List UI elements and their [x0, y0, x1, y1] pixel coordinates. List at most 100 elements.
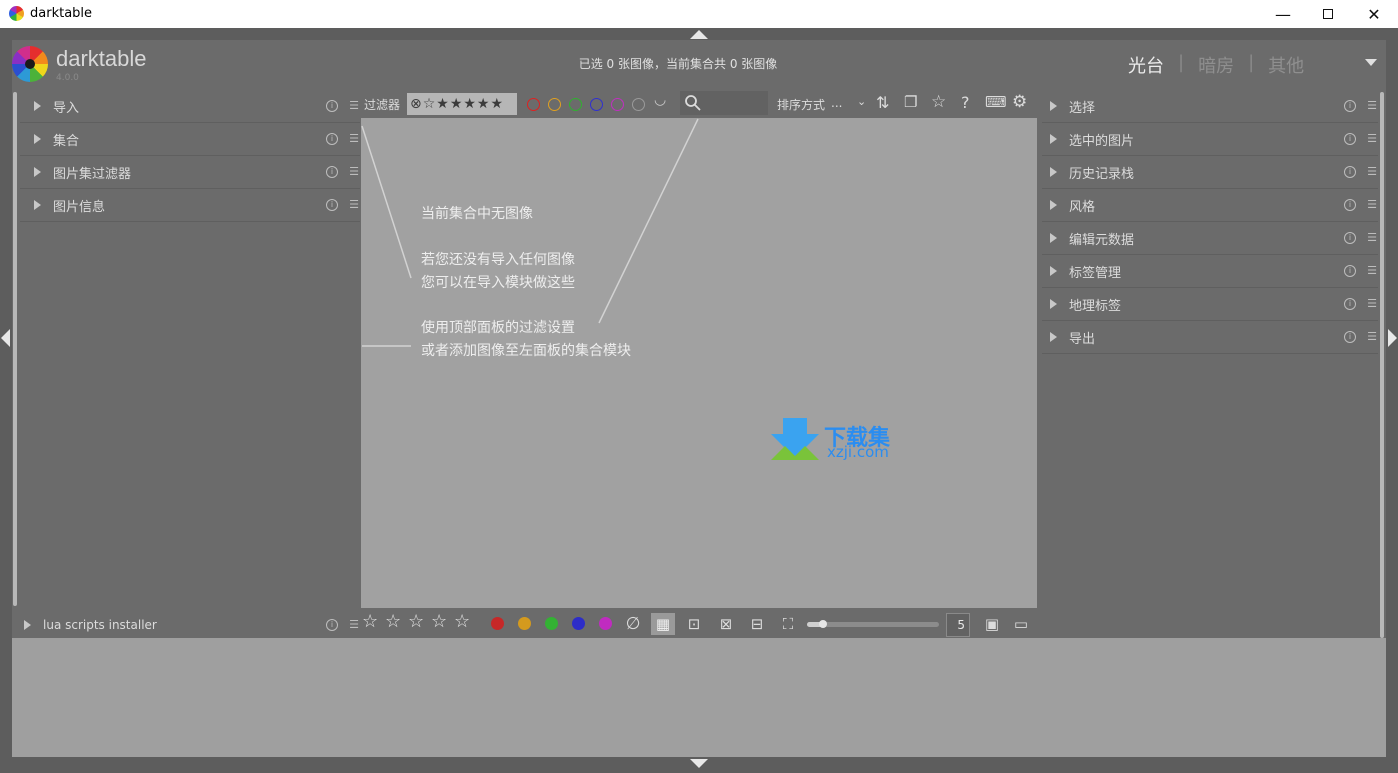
bottom-toolbar: lua scripts installer i ☰ ☆ ☆ ☆ ☆ ☆ ∅ ▦ …	[12, 610, 1386, 638]
rate-star-3[interactable]: ☆	[408, 611, 424, 632]
maximize-button[interactable]	[1305, 0, 1351, 28]
presets-menu-icon[interactable]: ☰	[348, 618, 360, 631]
module-collection-filters[interactable]: 图片集过滤器 i ☰	[20, 156, 360, 189]
toggle-bottom-panel-icon[interactable]	[690, 759, 708, 768]
display-profile-icon[interactable]: ▭	[1009, 613, 1033, 635]
culling-fixed-icon[interactable]: ⊠	[714, 613, 738, 635]
module-label: 历史记录栈	[1069, 166, 1135, 182]
reset-icon[interactable]: i	[1344, 265, 1356, 277]
color-label-blue-button[interactable]	[572, 617, 585, 630]
gear-icon[interactable]: ⚙	[1012, 92, 1027, 112]
color-filter-green[interactable]	[569, 98, 582, 111]
module-tagging[interactable]: 标签管理 i ☰	[1042, 255, 1378, 288]
module-metadata-editor[interactable]: 编辑元数据 i ☰	[1042, 222, 1378, 255]
filter-label: 过滤器	[364, 98, 401, 112]
sort-order-icon[interactable]: ⇅	[876, 93, 889, 112]
reset-icon[interactable]: i	[1344, 331, 1356, 343]
presets-menu-icon[interactable]: ☰	[1366, 298, 1378, 310]
view-darkroom[interactable]: 暗房	[1198, 52, 1234, 78]
view-menu-dropdown-icon[interactable]	[1365, 59, 1377, 66]
toggle-top-panel-icon[interactable]	[690, 30, 708, 39]
reset-icon[interactable]: i	[326, 618, 338, 631]
color-filter-yellow[interactable]	[548, 98, 561, 111]
module-export[interactable]: 导出 i ☰	[1042, 321, 1378, 354]
module-history-stack[interactable]: 历史记录栈 i ☰	[1042, 156, 1378, 189]
filemanager-layout-icon[interactable]: ▦	[651, 613, 675, 635]
presets-menu-icon[interactable]: ☰	[1366, 100, 1378, 112]
module-geotagging[interactable]: 地理标签 i ☰	[1042, 288, 1378, 321]
reset-icon[interactable]: i	[1344, 199, 1356, 211]
module-image-information[interactable]: 图片信息 i ☰	[20, 189, 360, 222]
rate-star-4[interactable]: ☆	[431, 611, 447, 632]
rate-star-2[interactable]: ☆	[385, 611, 401, 632]
zoom-slider[interactable]	[807, 620, 939, 628]
presets-menu-icon[interactable]: ☰	[1366, 166, 1378, 178]
rate-star-5[interactable]: ☆	[454, 611, 470, 632]
keyboard-icon[interactable]: ⌨	[985, 93, 1007, 111]
overlay-star-icon[interactable]: ☆	[931, 92, 946, 112]
right-panel-scrollbar[interactable]	[1380, 92, 1384, 638]
color-filter-blue[interactable]	[590, 98, 603, 111]
zoomable-layout-icon[interactable]: ⊡	[682, 613, 706, 635]
clear-color-labels-icon[interactable]: ∅	[621, 613, 645, 635]
search-field[interactable]	[680, 91, 768, 115]
presets-menu-icon[interactable]: ☰	[1366, 232, 1378, 244]
color-label-yellow-button[interactable]	[518, 617, 531, 630]
reset-icon[interactable]: i	[1344, 232, 1356, 244]
chevron-down-icon[interactable]: ⌄	[857, 95, 866, 108]
empty-hint-line: 若您还没有导入任何图像	[421, 252, 575, 268]
sort-select[interactable]: ...	[831, 96, 842, 110]
color-filter-red[interactable]	[527, 98, 540, 111]
toggle-right-panel-icon[interactable]	[1388, 329, 1397, 347]
view-lighttable[interactable]: 光台	[1128, 52, 1164, 78]
color-label-purple-button[interactable]	[599, 617, 612, 630]
color-filter-purple[interactable]	[611, 98, 624, 111]
right-panel: 选择 i ☰ 选中的图片 i ☰ 历史记录栈 i ☰ 风格 i ☰ 编辑元数据 …	[1042, 90, 1378, 354]
reset-icon[interactable]: i	[326, 199, 338, 211]
reset-icon[interactable]: i	[1344, 298, 1356, 310]
toggle-left-panel-icon[interactable]	[1, 329, 10, 347]
presets-menu-icon[interactable]: ☰	[1366, 331, 1378, 343]
presets-menu-icon[interactable]: ☰	[1366, 133, 1378, 145]
reset-icon[interactable]: i	[326, 100, 338, 112]
expand-triangle-icon	[24, 619, 31, 630]
module-label: lua scripts installer	[43, 617, 157, 632]
grouping-icon[interactable]: ❐	[904, 93, 917, 111]
rate-star-1[interactable]: ☆	[362, 611, 378, 632]
zoom-slider-handle[interactable]	[818, 620, 827, 628]
color-filter-operator-icon[interactable]: ◡	[654, 92, 666, 108]
culling-dynamic-icon[interactable]: ⊟	[745, 613, 769, 635]
reset-icon[interactable]: i	[326, 133, 338, 145]
focus-peaking-icon[interactable]: ▣	[980, 613, 1004, 635]
color-label-green-button[interactable]	[545, 617, 558, 630]
module-label: 导出	[1069, 331, 1096, 347]
module-lua-scripts-installer[interactable]: lua scripts installer i ☰	[24, 608, 360, 641]
empty-hint-line: 或者添加图像至左面板的集合模块	[421, 343, 631, 359]
module-collections[interactable]: 集合 i ☰	[20, 123, 360, 156]
rating-filter[interactable]: ⊗☆★★★★★	[407, 93, 517, 115]
presets-menu-icon[interactable]: ☰	[348, 199, 360, 211]
presets-menu-icon[interactable]: ☰	[1366, 265, 1378, 277]
module-select[interactable]: 选择 i ☰	[1042, 90, 1378, 123]
view-other[interactable]: 其他	[1268, 52, 1304, 78]
close-button[interactable]: ✕	[1351, 0, 1397, 28]
zoom-value-field[interactable]: 5	[946, 613, 970, 637]
module-import[interactable]: 导入 i ☰	[20, 90, 360, 123]
help-icon[interactable]: ?	[961, 93, 970, 112]
reset-icon[interactable]: i	[1344, 100, 1356, 112]
module-selected-images[interactable]: 选中的图片 i ☰	[1042, 123, 1378, 156]
minimize-button[interactable]: —	[1260, 0, 1306, 28]
presets-menu-icon[interactable]: ☰	[348, 166, 360, 178]
module-styles[interactable]: 风格 i ☰	[1042, 189, 1378, 222]
reset-icon[interactable]: i	[1344, 133, 1356, 145]
left-panel-scrollbar[interactable]	[13, 92, 17, 606]
color-filter-none[interactable]	[632, 98, 645, 111]
presets-menu-icon[interactable]: ☰	[348, 133, 360, 145]
color-label-red-button[interactable]	[491, 617, 504, 630]
presets-menu-icon[interactable]: ☰	[348, 100, 360, 112]
presets-menu-icon[interactable]: ☰	[1366, 199, 1378, 211]
reset-icon[interactable]: i	[326, 166, 338, 178]
module-label: 选中的图片	[1069, 133, 1135, 149]
preview-fullscreen-icon[interactable]: ⛶	[776, 613, 800, 635]
reset-icon[interactable]: i	[1344, 166, 1356, 178]
